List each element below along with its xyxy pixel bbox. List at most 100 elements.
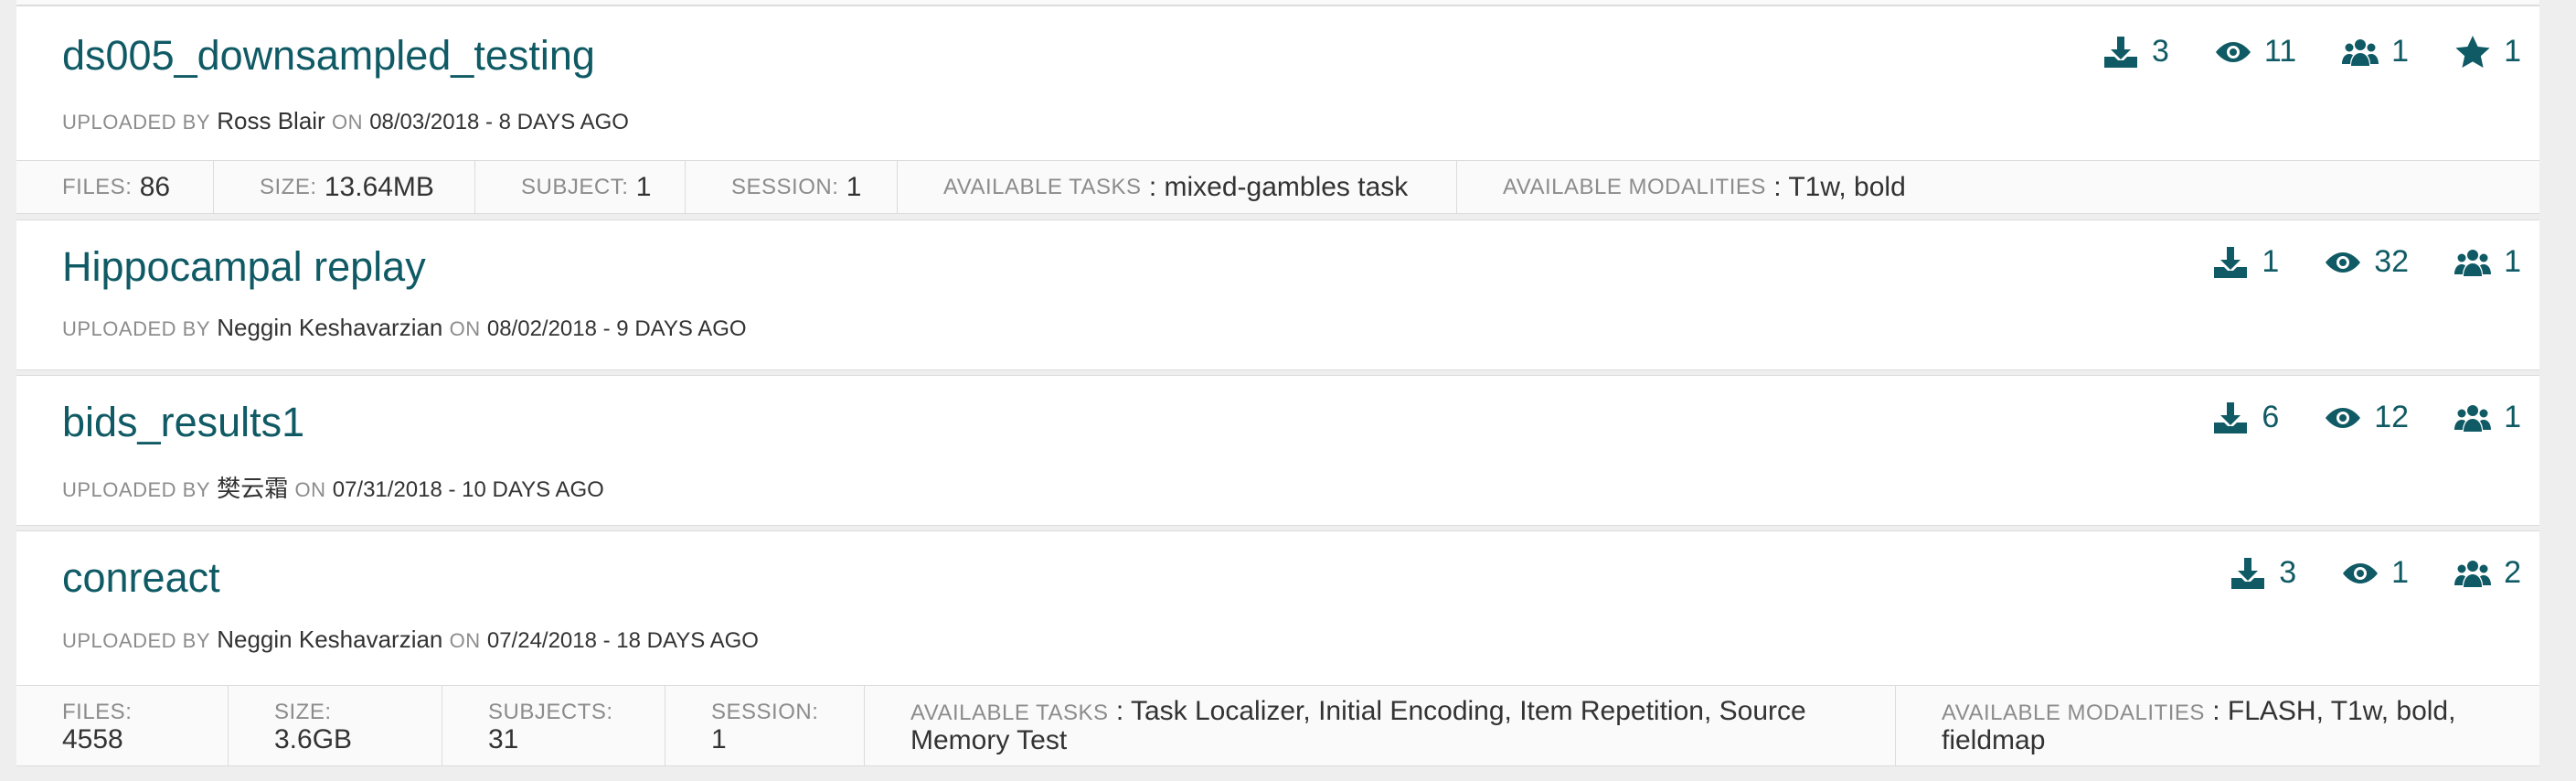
session-cell: SESSION: 1: [686, 161, 898, 213]
files-label: FILES:: [62, 699, 133, 724]
tasks-value: : mixed-gambles task: [1148, 171, 1409, 202]
files-label: FILES:: [62, 174, 133, 199]
session-label: SESSION:: [731, 174, 839, 199]
upload-info: UPLOADED BY Neggin Keshavarzian ON 07/24…: [62, 626, 759, 654]
star-icon: [2455, 35, 2490, 68]
dataset-title-link[interactable]: bids_results1: [62, 399, 304, 446]
upload-date: 08/02/2018 - 9 DAYS AGO: [486, 316, 747, 341]
dataset-stats: 1 32 1: [2212, 244, 2521, 280]
session-value: 1: [846, 171, 862, 202]
eye-icon: [2326, 407, 2361, 428]
size-value: 13.64MB: [324, 171, 434, 202]
upload-date: 07/31/2018 - 10 DAYS AGO: [332, 477, 604, 502]
followers-count: 1: [2504, 400, 2521, 434]
dataset-stats: 6 12 1: [2212, 400, 2521, 435]
followers-stat: 1: [2454, 244, 2521, 280]
downloads-count: 1: [2262, 244, 2280, 279]
modalities-line-1: AVAILABLE MODALITIES : FLASH, T1w, bold,: [1942, 695, 2456, 727]
session-value: 1: [711, 723, 727, 754]
subject-value: 1: [635, 171, 652, 202]
upload-info: UPLOADED BY Ross Blair ON 08/03/2018 - 8…: [62, 107, 629, 135]
dataset-title-link[interactable]: Hippocampal replay: [62, 243, 426, 291]
subject-label: SUBJECT:: [521, 174, 629, 199]
download-icon: [2214, 246, 2248, 278]
users-icon: [2454, 404, 2492, 432]
dataset-title-link[interactable]: ds005_downsampled_testing: [62, 32, 595, 80]
subjects-cell: SUBJECTS: 31: [442, 686, 665, 765]
files-cell: FILES: 4558: [16, 686, 229, 765]
stars-count: 1: [2504, 34, 2521, 69]
dataset-card: ds005_downsampled_testing UPLOADED BY Ro…: [16, 5, 2539, 214]
views-count: 32: [2374, 244, 2410, 279]
views-stat: 32: [2325, 244, 2409, 280]
subject-cell: SUBJECT: 1: [475, 161, 686, 213]
download-icon: [2214, 401, 2248, 433]
followers-count: 1: [2504, 244, 2521, 279]
downloads-stat: 3: [2102, 34, 2169, 70]
session-label: SESSION:: [711, 699, 819, 724]
uploaded-by-label: UPLOADED BY: [62, 317, 210, 340]
stars-stat: 1: [2454, 34, 2521, 70]
files-value: 86: [139, 171, 171, 202]
views-count: 1: [2391, 555, 2410, 590]
tasks-cell: AVAILABLE TASKS : mixed-gambles task: [898, 161, 1457, 213]
upload-date: 07/24/2018 - 18 DAYS AGO: [486, 628, 759, 653]
views-count: 12: [2374, 400, 2410, 434]
eye-icon: [2215, 41, 2251, 62]
on-label: ON: [294, 478, 326, 501]
views-stat: 1: [2342, 555, 2409, 591]
downloads-stat: 1: [2212, 244, 2279, 280]
dataset-card: bids_results1 UPLOADED BY 樊云霜 ON 07/31/2…: [16, 375, 2539, 526]
followers-count: 2: [2504, 555, 2521, 590]
modalities-value-line2: fieldmap: [1942, 724, 2046, 755]
tasks-cell: AVAILABLE TASKS : Task Localizer, Initia…: [865, 686, 1896, 765]
eye-icon: [2326, 251, 2361, 273]
tasks-label: AVAILABLE TASKS: [943, 174, 1142, 199]
dataset-title-link[interactable]: conreact: [62, 554, 220, 602]
followers-stat: 1: [2454, 400, 2521, 435]
size-value: 3.6GB: [274, 723, 353, 754]
on-label: ON: [449, 629, 481, 652]
files-cell: FILES: 86: [16, 161, 214, 213]
users-icon: [2342, 38, 2379, 66]
uploader-name: Neggin Keshavarzian: [217, 626, 443, 653]
modalities-label: AVAILABLE MODALITIES: [1503, 174, 1766, 199]
download-icon: [2231, 557, 2265, 589]
dataset-stats: 3 1 2: [2230, 555, 2521, 591]
modalities-value-line1: : FLASH, T1w, bold,: [2212, 695, 2456, 726]
upload-info: UPLOADED BY Neggin Keshavarzian ON 08/02…: [62, 314, 747, 342]
followers-stat: 2: [2454, 555, 2521, 591]
followers-count: 1: [2391, 34, 2410, 69]
modalities-cell: AVAILABLE MODALITIES : T1w, bold: [1457, 161, 1952, 213]
uploaded-by-label: UPLOADED BY: [62, 629, 210, 652]
upload-date: 08/03/2018 - 8 DAYS AGO: [369, 110, 629, 134]
subjects-label: SUBJECTS:: [488, 699, 613, 724]
dataset-stats: 3 11 1 1: [2102, 34, 2521, 70]
download-icon: [2103, 36, 2137, 68]
modalities-label: AVAILABLE MODALITIES: [1942, 700, 2205, 725]
upload-info: UPLOADED BY 樊云霜 ON 07/31/2018 - 10 DAYS …: [62, 470, 604, 504]
followers-stat: 1: [2342, 34, 2409, 70]
tasks-label: AVAILABLE TASKS: [910, 700, 1109, 725]
uploader-name: Ross Blair: [217, 107, 325, 134]
tasks-line-1: AVAILABLE TASKS : Task Localizer, Initia…: [910, 695, 1806, 727]
downloads-stat: 3: [2230, 555, 2296, 591]
views-count: 11: [2263, 34, 2297, 69]
size-label: SIZE:: [274, 699, 332, 724]
tasks-value-line1: : Task Localizer, Initial Encoding, Item…: [1115, 695, 1806, 726]
tasks-value-line2: Memory Test: [910, 724, 1068, 755]
downloads-count: 3: [2151, 34, 2169, 69]
files-value: 4558: [62, 723, 123, 754]
modalities-cell: AVAILABLE MODALITIES : FLASH, T1w, bold,…: [1896, 686, 2501, 765]
size-label: SIZE:: [260, 174, 317, 199]
users-icon: [2454, 560, 2492, 587]
dataset-summary-bar: FILES: 86 SIZE: 13.64MB SUBJECT: 1 SESSI…: [16, 160, 2539, 213]
uploader-name: 樊云霜: [217, 475, 289, 502]
users-icon: [2454, 249, 2492, 276]
uploaded-by-label: UPLOADED BY: [62, 111, 210, 134]
size-cell: SIZE: 13.64MB: [214, 161, 475, 213]
downloads-count: 3: [2279, 555, 2297, 590]
views-stat: 12: [2325, 400, 2409, 435]
on-label: ON: [449, 317, 481, 340]
session-cell: SESSION: 1: [665, 686, 865, 765]
